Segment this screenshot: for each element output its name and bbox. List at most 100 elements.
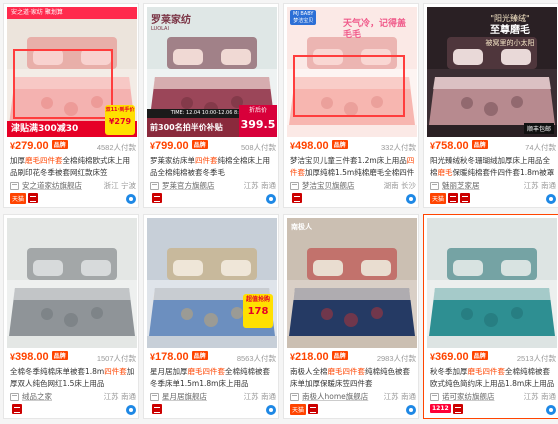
badge-row: 天猫 <box>290 404 416 416</box>
badge-row <box>150 193 276 205</box>
brand-tag: 品牌 <box>471 351 488 360</box>
location: 江苏 南通 <box>523 392 556 401</box>
product-grid: 安之道·家纺 聚划算 津贴满300减30 双11·到手价 ¥279 ¥279.00 品牌… <box>3 3 558 423</box>
price-row: ¥369.00 品牌 2513人付款 <box>430 351 556 365</box>
brand-tag: 品牌 <box>51 351 68 360</box>
shop-icon <box>150 182 159 190</box>
shop-icon <box>150 393 159 401</box>
product-image[interactable]: 南极人 <box>287 218 417 348</box>
sales-count: 8563人付款 <box>236 354 276 363</box>
gift-icon <box>292 193 302 203</box>
product-image[interactable] <box>7 218 137 348</box>
price: ¥218.00 品牌 <box>290 351 348 363</box>
sales-count: 2983人付款 <box>376 354 416 363</box>
shop-row: 星月居旗舰店 江苏 南通 <box>150 391 276 403</box>
price: ¥369.00 品牌 <box>430 351 488 363</box>
shop-row: 魅丽芝家居 江苏 南通 <box>430 180 556 192</box>
badge-row: 天猫 <box>10 193 136 205</box>
shop-link[interactable]: 星月居旗舰店 <box>162 391 207 402</box>
chat-icon[interactable] <box>266 194 276 204</box>
shop-link[interactable]: 绒品之家 <box>22 391 52 402</box>
badge-row: 1212 <box>430 404 556 416</box>
shop-row: 绒品之家 江苏 南通 <box>10 391 136 403</box>
location: 江苏 南通 <box>243 392 276 401</box>
product-image[interactable] <box>427 218 557 348</box>
sales-count: 1507人付款 <box>96 354 136 363</box>
gift-icon <box>28 193 39 203</box>
shop-link[interactable]: 梦洁宝贝旗舰店 <box>302 180 355 191</box>
gift-icon <box>452 404 463 414</box>
badge-row <box>10 404 136 416</box>
gift-icon <box>152 404 162 414</box>
brand-logo: MJ BABY 梦洁宝贝 <box>290 10 317 25</box>
shop-icon <box>430 393 439 401</box>
product-card[interactable]: 超值抢购 178 ¥178.00 品牌 8563人付款 星月居加厚磨毛四件套全棉纯棉… <box>143 214 279 419</box>
tmall-badge: 天猫 <box>10 193 27 204</box>
price: ¥498.00 品牌 <box>290 140 348 152</box>
shop-row: 安之道家纺旗舰店 浙江 宁波 <box>10 180 136 192</box>
chat-icon[interactable] <box>546 405 556 415</box>
product-image[interactable]: MJ BABY 梦洁宝贝天气冷，记得盖毛毛 <box>287 7 417 137</box>
brand-logo: 罗莱家纺 LUOLAI <box>151 15 191 32</box>
location: 江苏 南通 <box>103 392 136 401</box>
product-title[interactable]: 星月居加厚磨毛四件套全棉纯棉被套冬季床单1.5m1.8m床上用品 <box>150 366 276 390</box>
brand-tag: 品牌 <box>191 140 208 149</box>
gift-icon <box>12 404 22 414</box>
product-title[interactable]: 梦洁宝贝儿童三件套1.2m床上用品四件套加厚纯棉1.5m纯棉磨毛全棉四件床双面可… <box>290 155 416 179</box>
price: ¥279.00 品牌 <box>10 140 68 152</box>
price: ¥178.00 品牌 <box>150 351 208 363</box>
shop-link[interactable]: 魅丽芝家居 <box>442 180 480 191</box>
product-title[interactable]: 罗莱家纺床单四件套纯棉全棉床上用品全棉纯棉被套冬季毛 <box>150 155 276 179</box>
promo-title: 天气冷，记得盖毛毛 <box>343 19 407 40</box>
price-row: ¥799.00 品牌 508人付款 <box>150 140 276 154</box>
shop-link[interactable]: 罗莱官方旗舰店 <box>162 180 215 191</box>
promo-banner: 安之道·家纺 聚划算 <box>7 7 137 19</box>
location: 湖南 长沙 <box>383 181 416 190</box>
price-tag: 双11·到手价 ¥279 <box>105 105 135 135</box>
shop-row: 诺可家纺旗舰店 江苏 南通 <box>430 391 556 403</box>
product-title[interactable]: 加厚磨毛四件套全棉纯棉欧式床上用品刷印花冬季被套网红款床笠 <box>10 155 136 179</box>
product-image[interactable]: "阳光臻绒" 至尊磨毛 被窝里的小太阳 顺丰包邮 <box>427 7 557 137</box>
brand-tag: 品牌 <box>191 351 208 360</box>
chat-icon[interactable] <box>126 194 136 204</box>
shop-link[interactable]: 安之道家纺旗舰店 <box>22 180 82 191</box>
chat-icon[interactable] <box>406 194 416 204</box>
product-image[interactable]: 安之道·家纺 聚划算 津贴满300减30 双11·到手价 ¥279 <box>7 7 137 137</box>
product-title[interactable]: 全棉冬季纯棉床单被套1.8m四件套加厚双人纯色网红1.5床上用品 <box>10 366 136 390</box>
chat-icon[interactable] <box>406 405 416 415</box>
shop-icon <box>290 182 299 190</box>
product-title[interactable]: 秋冬季加厚磨毛四件套全棉纯棉被套欧式纯色简约床上用品1.8m床上用品双人 <box>430 366 556 390</box>
price-row: ¥218.00 品牌 2983人付款 <box>290 351 416 365</box>
shop-icon <box>430 182 439 190</box>
shop-row: 梦洁宝贝旗舰店 湖南 长沙 <box>290 180 416 192</box>
chat-icon[interactable] <box>266 405 276 415</box>
gift-icon <box>308 404 319 414</box>
tmall-badge: 天猫 <box>430 193 447 204</box>
gift-icon <box>448 193 459 203</box>
product-image[interactable]: 罗莱家纺 LUOLAI TIME: 12.04 10:00-12.06 8:59:5… <box>147 7 277 137</box>
product-card[interactable]: 安之道·家纺 聚划算 津贴满300减30 双11·到手价 ¥279 ¥279.00 品牌… <box>3 3 139 208</box>
shipping-tag: 顺丰包邮 <box>523 123 554 134</box>
shop-link[interactable]: 诺可家纺旗舰店 <box>442 391 495 402</box>
chat-icon[interactable] <box>546 194 556 204</box>
brand-logo: 南极人 <box>291 223 312 231</box>
product-card[interactable]: ¥369.00 品牌 2513人付款 秋冬季加厚磨毛四件套全棉纯棉被套欧式纯色简约… <box>423 214 558 419</box>
product-card[interactable]: "阳光臻绒" 至尊磨毛 被窝里的小太阳 顺丰包邮 ¥758.00 品牌 74人付款 阳光… <box>423 3 558 208</box>
gift-icon <box>152 193 162 203</box>
product-card[interactable]: 罗莱家纺 LUOLAI TIME: 12.04 10:00-12.06 8:59:5… <box>143 3 279 208</box>
product-card[interactable]: MJ BABY 梦洁宝贝天气冷，记得盖毛毛 ¥498.00 品牌 332人付款 梦洁… <box>283 3 419 208</box>
chat-icon[interactable] <box>126 405 136 415</box>
price-row: ¥498.00 品牌 332人付款 <box>290 140 416 154</box>
shop-row: 罗莱官方旗舰店 江苏 南通 <box>150 180 276 192</box>
price-row: ¥279.00 品牌 4582人付款 <box>10 140 136 154</box>
product-image[interactable]: 超值抢购 178 <box>147 218 277 348</box>
brand-tag: 品牌 <box>51 140 68 149</box>
shop-link[interactable]: 南极人home旗舰店 <box>302 391 368 402</box>
shop-icon <box>10 182 19 190</box>
product-title[interactable]: 南极人全棉磨毛四件套纯棉纯色被套床单加厚保暖床笠四件套 <box>290 366 416 390</box>
product-card[interactable]: ¥398.00 品牌 1507人付款 全棉冬季纯棉床单被套1.8m四件套加厚双人纯… <box>3 214 139 419</box>
sales-count: 2513人付款 <box>516 354 556 363</box>
product-title[interactable]: 阳光臻绒秋冬珊瑚绒加厚床上用品全棉磨毛保暖纯棉套件四件套1.8m被罩 <box>430 155 556 179</box>
product-card[interactable]: 南极人 ¥218.00 品牌 2983人付款 南极人全棉磨毛四件套纯棉纯色被套床单… <box>283 214 419 419</box>
badge-row <box>150 404 276 416</box>
